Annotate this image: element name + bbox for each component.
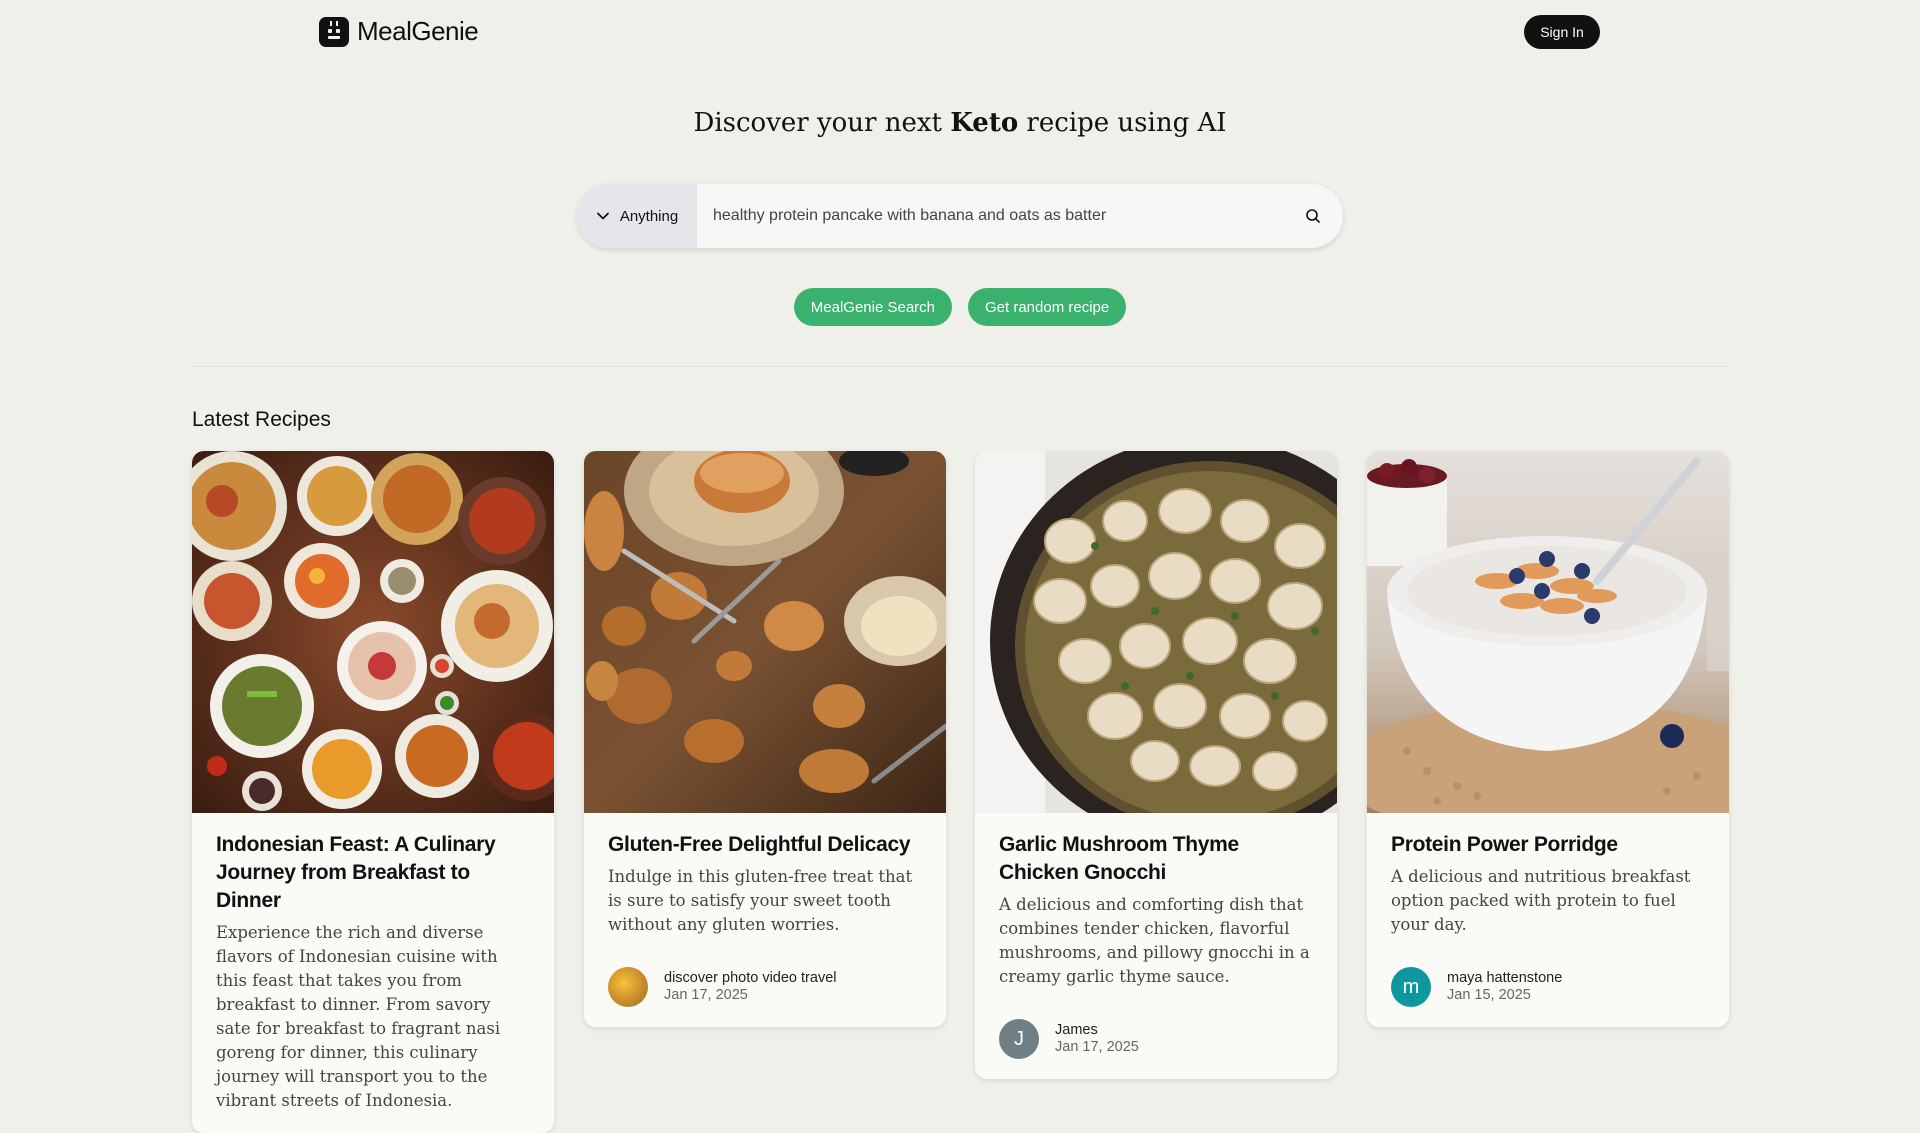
avatar: m <box>1391 967 1431 1007</box>
recipe-title[interactable]: Protein Power Porridge <box>1391 831 1705 859</box>
brand-logo[interactable]: MealGenie <box>319 16 479 47</box>
hero-title-suffix: recipe using AI <box>1018 108 1227 138</box>
search-input[interactable] <box>697 184 1283 248</box>
recipe-title[interactable]: Garlic Mushroom Thyme Chicken Gnocchi <box>999 831 1313 887</box>
recipe-card[interactable]: Protein Power Porridge A delicious and n… <box>1367 451 1729 1027</box>
recipe-title[interactable]: Gluten-Free Delightful Delicacy <box>608 831 922 859</box>
section-divider <box>192 366 1728 367</box>
recipe-date: Jan 17, 2025 <box>664 987 748 1003</box>
recipe-image <box>1367 451 1729 813</box>
sign-in-button[interactable]: Sign In <box>1524 15 1600 49</box>
recipe-image <box>192 451 554 813</box>
hero-title-diet[interactable]: Keto <box>950 108 1018 138</box>
recipe-date: Jan 17, 2025 <box>1055 1039 1139 1055</box>
recipe-image <box>975 451 1337 813</box>
search-bar: Anything <box>577 184 1343 248</box>
search-icon <box>1306 209 1320 223</box>
recipe-card[interactable]: Indonesian Feast: A Culinary Journey fro… <box>192 451 554 1133</box>
avatar <box>608 967 648 1007</box>
recipe-description: A delicious and comforting dish that com… <box>999 895 1310 986</box>
recipe-author[interactable]: m maya hattenstone Jan 15, 2025 <box>1391 967 1705 1007</box>
chevron-down-icon <box>596 212 609 220</box>
recipe-description: Experience the rich and diverse flavors … <box>216 923 501 1110</box>
recipe-card[interactable]: Gluten-Free Delightful Delicacy Indulge … <box>584 451 946 1027</box>
category-filter-label: Anything <box>619 207 679 225</box>
mealgenie-search-button[interactable]: MealGenie Search <box>793 288 952 326</box>
recipe-description: A delicious and nutritious breakfast opt… <box>1391 867 1691 934</box>
search-actions: MealGenie Search Get random recipe <box>0 288 1920 326</box>
genie-icon <box>319 16 349 47</box>
recipe-author[interactable]: J James Jan 17, 2025 <box>999 1019 1313 1059</box>
author-name: discover photo video travel <box>664 970 837 986</box>
recipe-description: Indulge in this gluten-free treat that i… <box>608 867 913 934</box>
recipe-date: Jan 15, 2025 <box>1447 987 1531 1003</box>
brand-name: MealGenie <box>357 16 479 46</box>
top-header: MealGenie Sign In <box>0 0 1920 64</box>
search-button[interactable] <box>1283 184 1343 248</box>
hero-title-prefix: Discover your next <box>693 108 951 138</box>
recipe-card[interactable]: Garlic Mushroom Thyme Chicken Gnocchi A … <box>975 451 1337 1079</box>
recipe-title[interactable]: Indonesian Feast: A Culinary Journey fro… <box>216 831 530 915</box>
recipe-author[interactable]: discover photo video travel Jan 17, 2025 <box>608 967 922 1007</box>
author-name: maya hattenstone <box>1447 970 1563 986</box>
category-filter-dropdown[interactable]: Anything <box>577 184 697 248</box>
avatar: J <box>999 1019 1039 1059</box>
recipe-image <box>584 451 946 813</box>
author-name: James <box>1055 1022 1098 1038</box>
hero-title: Discover your next Keto recipe using AI <box>0 108 1920 138</box>
latest-recipes-heading: Latest Recipes <box>192 408 331 431</box>
random-recipe-button[interactable]: Get random recipe <box>968 288 1127 326</box>
